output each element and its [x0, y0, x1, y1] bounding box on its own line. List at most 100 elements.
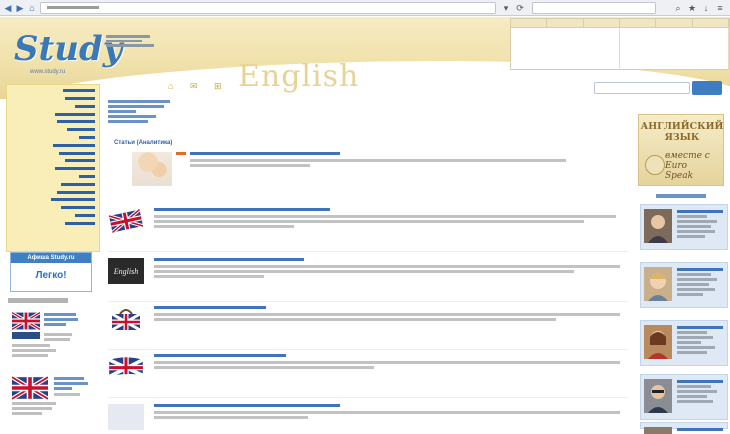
sidebar-item[interactable] [7, 213, 95, 220]
tutors-heading[interactable] [656, 194, 706, 198]
svg-text:English: English [113, 267, 138, 276]
article-title[interactable] [154, 354, 286, 357]
tutor-card[interactable] [640, 422, 728, 434]
tutor-name[interactable] [677, 268, 723, 271]
sidebar-item[interactable] [7, 221, 95, 228]
dictionary-result [620, 28, 729, 70]
header-nav-icons: ⌂ ✉ ⊞ [168, 81, 222, 92]
sidebar-item[interactable] [7, 197, 95, 204]
sidebar-item[interactable] [7, 127, 95, 134]
home-icon[interactable]: ⌂ [168, 81, 173, 91]
sidebar-item[interactable] [7, 158, 95, 165]
uk-flag-icon [108, 354, 144, 380]
tutor-name[interactable] [677, 210, 723, 213]
tab-spanish[interactable] [619, 19, 657, 27]
tutor-card[interactable] [640, 320, 728, 366]
article-item[interactable] [108, 302, 628, 350]
header-watermark: English [238, 59, 360, 94]
address-bar[interactable] [40, 2, 496, 14]
sidebar-item[interactable] [7, 182, 95, 189]
featured-badge [176, 152, 186, 155]
afisha-box[interactable]: Афиша Study.ru Легко! [10, 252, 92, 292]
article-title[interactable] [154, 208, 330, 211]
article-title[interactable] [190, 152, 340, 155]
article-item[interactable] [108, 400, 628, 430]
sidebar-item[interactable] [7, 96, 95, 103]
flag-bag-image [108, 306, 144, 332]
dictionary-input[interactable] [511, 28, 620, 70]
tutor-card[interactable] [640, 262, 728, 308]
tab-french[interactable] [547, 19, 584, 27]
site-search-button[interactable] [692, 81, 722, 95]
tutor-photo [644, 379, 672, 413]
tab-other[interactable] [692, 19, 729, 27]
mail-icon[interactable]: ✉ [190, 81, 198, 91]
tutor-card[interactable] [640, 374, 728, 420]
banner-subtitle: вместе с Euro Speak [665, 151, 710, 181]
breadcrumb-link[interactable] [108, 120, 148, 123]
tutor-photo [644, 267, 672, 301]
main-content: Статьи (Аналитика) English [108, 96, 628, 430]
menu-icon[interactable]: ≡ [714, 2, 726, 14]
breadcrumb-link[interactable] [108, 115, 156, 118]
bookmark-icon[interactable]: ★ [686, 2, 698, 14]
sidebar-item[interactable] [7, 174, 95, 181]
article-item[interactable] [108, 350, 628, 398]
sidebar-item[interactable] [7, 88, 95, 95]
home-icon[interactable]: ⌂ [26, 2, 38, 14]
chalkboard-image: English [108, 258, 144, 284]
sidebar-item[interactable] [7, 150, 95, 157]
breadcrumb-link[interactable] [108, 110, 136, 113]
sidebar-menu [6, 84, 100, 252]
back-arrow-icon[interactable]: ◀ [2, 2, 14, 14]
forward-arrow-icon[interactable]: ▶ [14, 2, 26, 14]
sidebar-item[interactable] [7, 189, 95, 196]
course-label [12, 332, 40, 339]
tutor-name[interactable] [677, 326, 723, 329]
breadcrumb-link[interactable] [108, 100, 170, 103]
tutor-name[interactable] [677, 428, 723, 431]
sidebar-item[interactable] [7, 166, 95, 173]
tutor-photo [644, 427, 672, 434]
tab-italian[interactable] [656, 19, 693, 27]
browser-search-field[interactable] [532, 2, 656, 14]
tab-german[interactable] [583, 19, 620, 27]
featured-image [132, 152, 172, 186]
sidebar-course-card[interactable] [12, 308, 100, 366]
afisha-body: Легко! [35, 270, 67, 281]
breadcrumb-link[interactable] [108, 105, 164, 108]
logo-url: www.study.ru [30, 69, 66, 75]
dropdown-icon[interactable]: ▾ [500, 2, 512, 14]
article-item[interactable]: English [108, 254, 628, 302]
sidebar-item[interactable] [7, 111, 95, 118]
reload-icon[interactable]: ⟳ [514, 2, 526, 14]
dictionary-tabs [510, 18, 730, 70]
course-banner[interactable]: АНГЛИЙСКИЙ ЯЗЫК вместе с Euro Speak [638, 114, 724, 186]
sitemap-icon[interactable]: ⊞ [214, 81, 222, 91]
sidebar-course-card[interactable] [12, 372, 100, 429]
article-title[interactable] [154, 404, 340, 407]
article-title[interactable] [154, 306, 266, 309]
site-header: Study www.study.ru English ⌂ ✉ ⊞ [0, 17, 730, 99]
tutor-name[interactable] [677, 380, 723, 383]
tutor-card[interactable] [640, 204, 728, 250]
search-icon[interactable]: ⌕ [672, 2, 684, 14]
tutor-photo [644, 209, 672, 243]
sidebar-item[interactable] [7, 104, 95, 111]
site-search-input[interactable] [594, 82, 690, 94]
article-thumbnail [108, 404, 144, 430]
download-icon[interactable]: ↓ [700, 2, 712, 14]
tab-english-russian[interactable] [511, 19, 548, 27]
sidebar-item[interactable] [7, 119, 95, 126]
sidebar-item[interactable] [7, 143, 95, 150]
sidebar-section-heading [8, 298, 68, 303]
article-title[interactable] [154, 258, 304, 261]
section-title: Статьи (Аналитика) [114, 140, 173, 146]
sidebar-item[interactable] [7, 135, 95, 142]
sidebar-item[interactable] [7, 205, 95, 212]
banner-emblem [645, 155, 665, 175]
banner-title: АНГЛИЙСКИЙ ЯЗЫК [640, 121, 724, 143]
afisha-title: Афиша Study.ru [11, 253, 91, 263]
article-item[interactable] [108, 204, 628, 252]
featured-article[interactable] [132, 148, 592, 192]
